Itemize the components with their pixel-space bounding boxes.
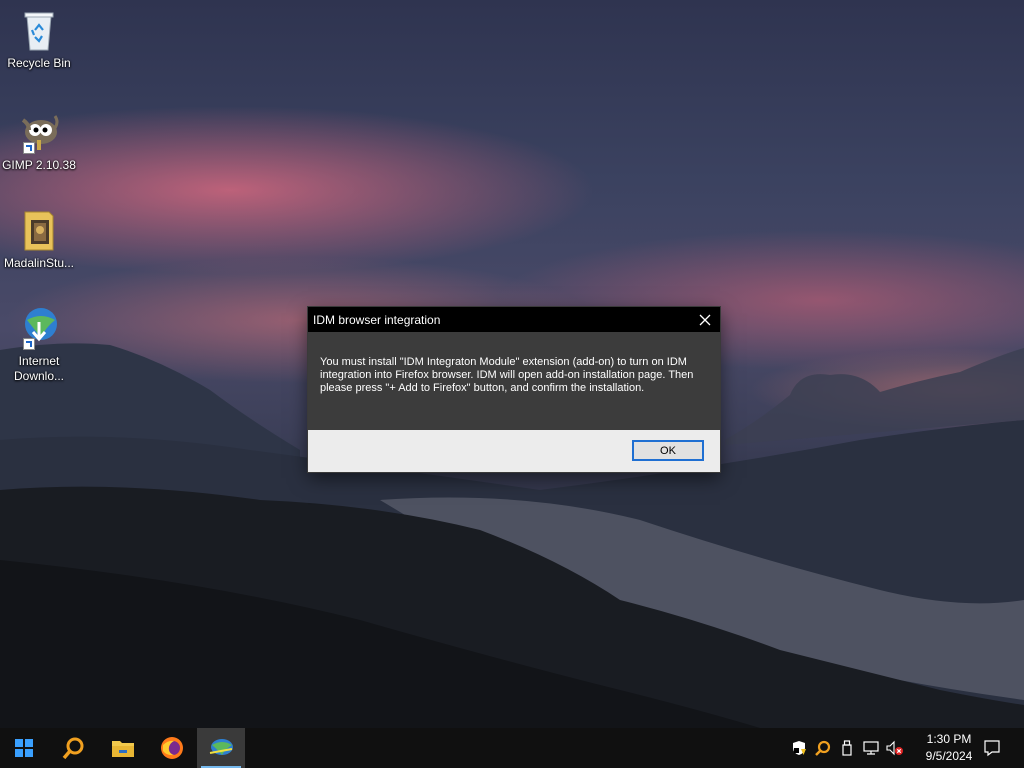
tray-search-button[interactable]	[812, 728, 834, 768]
desktop-icon-label: Recycle Bin	[7, 56, 71, 70]
volume-muted-icon	[886, 740, 903, 756]
network-icon	[863, 741, 879, 755]
action-center-button[interactable]	[978, 728, 1006, 768]
desktop-icon-label-line1: Internet	[18, 354, 60, 368]
desktop-icon-internet-download-manager[interactable]: Internet Downlo...	[0, 304, 78, 384]
taskbar-file-explorer-button[interactable]	[99, 728, 147, 768]
start-button[interactable]	[0, 728, 48, 768]
shortcut-arrow-icon	[23, 142, 35, 154]
idm-icon	[15, 304, 63, 352]
gimp-icon	[15, 108, 63, 156]
tray-volume-button[interactable]	[884, 728, 906, 768]
file-explorer-icon	[112, 741, 134, 757]
idm-icon	[209, 739, 233, 755]
close-button[interactable]	[690, 307, 720, 332]
close-icon	[699, 314, 711, 325]
taskbar-firefox-button[interactable]	[148, 728, 196, 768]
desktop-wallpaper: Recycle Bin GIMP 2.10.38 MadalinStu... I…	[0, 0, 1024, 728]
desktop-icon-gimp[interactable]: GIMP 2.10.38	[0, 108, 78, 173]
idm-browser-integration-dialog: IDM browser integration You must install…	[308, 307, 720, 472]
action-center-icon	[984, 740, 1000, 757]
desktop-icon-madalinstu[interactable]: MadalinStu...	[0, 206, 78, 271]
clock-time: 1:30 PM	[926, 732, 972, 746]
taskbar-idm-button[interactable]	[197, 728, 245, 768]
dialog-title: IDM browser integration	[313, 312, 441, 327]
dialog-titlebar[interactable]: IDM browser integration	[308, 307, 720, 332]
security-warning-icon	[793, 741, 806, 755]
desktop-icon-recycle-bin[interactable]: Recycle Bin	[0, 6, 78, 71]
usb-device-icon	[842, 740, 852, 756]
recycle-bin-icon	[15, 6, 63, 54]
clock[interactable]: 1:30 PM 9/5/2024	[918, 731, 980, 765]
desktop-icon-label: GIMP 2.10.38	[2, 158, 76, 172]
shortcut-arrow-icon	[23, 338, 35, 350]
dialog-footer: OK	[308, 430, 720, 472]
search-icon	[62, 737, 84, 760]
dialog-message-area: You must install "IDM Integraton Module"…	[308, 332, 720, 430]
dialog-message: You must install "IDM Integraton Module"…	[320, 356, 694, 394]
folder-icon	[15, 206, 63, 254]
search-tray-icon	[815, 740, 831, 756]
tray-usb-button[interactable]	[836, 728, 858, 768]
tray-network-button[interactable]	[860, 728, 882, 768]
ok-button[interactable]: OK	[632, 440, 704, 461]
tray-security-button[interactable]	[788, 728, 810, 768]
clock-date: 9/5/2024	[925, 749, 973, 763]
windows-start-icon	[15, 739, 33, 757]
desktop-icon-label: MadalinStu...	[3, 256, 75, 270]
desktop-icon-label-line2: Downlo...	[13, 369, 65, 383]
taskbar: 1:30 PM 9/5/2024	[0, 728, 1024, 768]
taskbar-search-button[interactable]	[50, 728, 98, 768]
firefox-icon	[161, 737, 183, 759]
